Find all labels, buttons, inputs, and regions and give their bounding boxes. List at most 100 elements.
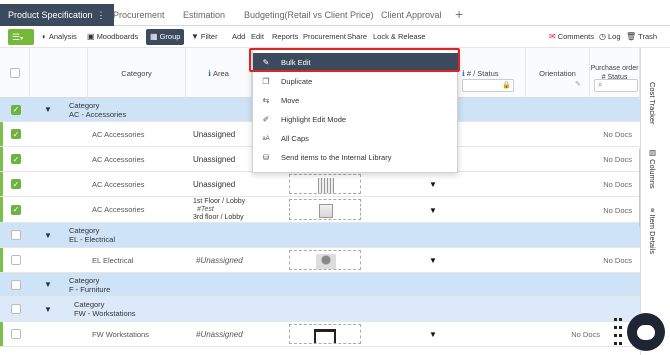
area-value: 1st Floor / Lobby (193, 197, 246, 205)
all-caps-menu-item[interactable]: aA All Caps (253, 129, 459, 148)
menu-button[interactable]: ☰▾ (8, 29, 34, 45)
area-cell[interactable]: Unassigned (193, 147, 235, 171)
area-cell[interactable]: #Unassigned (196, 248, 243, 272)
status-dropdown-icon[interactable]: ▼ (429, 180, 437, 189)
row-checkbox[interactable] (11, 279, 21, 290)
row-checkbox[interactable] (11, 255, 21, 265)
moodboards-button[interactable]: ▣ Moodboards (87, 29, 138, 45)
image-cell[interactable] (289, 199, 361, 220)
cost-tracker-tab[interactable]: Cost Tracker (648, 82, 657, 125)
area-cell[interactable]: Unassigned (193, 172, 235, 196)
area-cell[interactable]: Unassigned (193, 122, 235, 146)
area-cell[interactable]: #Unassigned (196, 322, 243, 346)
table-row[interactable]: ✓ AC Accessories Unassigned ▼ No Docs (0, 172, 640, 197)
add-button[interactable]: Add (232, 29, 245, 45)
group-title: Category (74, 300, 105, 309)
group-row-workstations[interactable]: ▼ Category FW - Workstations (0, 297, 640, 322)
status-dropdown-icon[interactable]: ▼ (429, 206, 437, 215)
columns-label: Columns (648, 159, 657, 189)
image-cell[interactable] (289, 174, 361, 194)
row-checkbox[interactable] (11, 230, 21, 240)
duplicate-menu-item[interactable]: ❐ Duplicate (253, 72, 459, 91)
orientation-header[interactable]: Orientation (526, 48, 590, 98)
move-menu-item[interactable]: ⇆ Move (253, 91, 459, 110)
highlight-edit-mode-menu-item[interactable]: ✐ Highlight Edit Mode (253, 110, 459, 129)
pencil-icon[interactable]: ✎ (575, 80, 581, 88)
tab-product-specification[interactable]: Product Specification ⋮ (0, 4, 114, 26)
analysis-button[interactable]: ◐ Analysis (42, 29, 77, 45)
chevron-down-icon: ▾ (20, 36, 24, 42)
po-status-cell: No Docs (603, 180, 632, 189)
category-cell[interactable]: AC Accessories (92, 122, 145, 146)
row-checkbox[interactable] (11, 329, 21, 339)
group-row-furniture[interactable]: ▼ Category F - Furniture (0, 273, 640, 297)
edit-button[interactable]: Edit (251, 29, 264, 45)
send-to-library-menu-item[interactable]: ⛁ Send items to the Internal Library (253, 148, 459, 167)
product-image (318, 178, 334, 193)
category-header[interactable]: Category (88, 48, 186, 98)
product-image (316, 254, 336, 269)
row-checkbox[interactable]: ✓ (11, 204, 21, 215)
table-row[interactable]: FW Workstations #Unassigned ▼ No Docs (0, 322, 640, 347)
item-details-tab[interactable]: ≡ Item Details (648, 208, 657, 254)
comments-label: Comments (557, 32, 594, 41)
row-checkbox[interactable]: ✓ (11, 179, 21, 189)
table-row[interactable]: ✓ AC Accessories 1st Floor / Lobby #Test… (0, 197, 640, 223)
row-checkbox[interactable]: ✓ (11, 104, 21, 115)
row-indicator (0, 122, 3, 146)
lock-release-button[interactable]: Lock & Release (373, 29, 426, 45)
chat-button[interactable] (627, 313, 665, 351)
area-tag: #Test (197, 205, 214, 213)
tab-label: Product Specification (8, 10, 93, 20)
category-cell[interactable]: AC Accessories (92, 172, 145, 196)
menu-item-label: Send items to the Internal Library (281, 153, 392, 162)
add-tab-icon[interactable]: + (455, 5, 463, 23)
procurement-button[interactable]: Procurement (303, 29, 346, 45)
po-status-cell: No Docs (603, 155, 632, 164)
group-row-electrical[interactable]: ▼ Category EL - Electrical (0, 223, 640, 248)
drag-grip-icon[interactable] (614, 318, 622, 348)
reports-button[interactable]: Reports (272, 29, 298, 45)
group-label: Category AC - Accessories (69, 98, 126, 121)
row-checkbox-cell: ✓ (11, 98, 21, 121)
tab-budgeting[interactable]: Budgeting(Retail vs Client Price) (236, 4, 382, 26)
collapse-arrow-icon[interactable]: ▼ (44, 297, 52, 321)
tab-estimation[interactable]: Estimation (175, 4, 233, 26)
group-button[interactable]: ▦ Group (146, 29, 185, 45)
image-cell[interactable] (289, 324, 361, 344)
trash-button[interactable]: 🗑 Trash (626, 29, 657, 45)
comments-button[interactable]: ✉ Comments (549, 29, 594, 45)
number-status-label: # / Status (466, 68, 499, 78)
collapse-arrow-icon[interactable]: ▼ (44, 223, 52, 247)
image-placeholder-icon (319, 204, 333, 218)
row-indicator (0, 172, 3, 196)
area-cell[interactable]: 1st Floor / Lobby #Test 3rd floor / Lobb… (193, 197, 245, 222)
select-all-checkbox[interactable] (9, 68, 20, 78)
filter-button[interactable]: ▼ Filter (191, 29, 218, 45)
category-cell[interactable]: AC Accessories (92, 147, 145, 171)
area-header[interactable]: ℹ Area (186, 48, 252, 98)
image-cell[interactable] (289, 250, 361, 270)
log-button[interactable]: ◷ Log (599, 29, 621, 45)
area-value: #Unassigned (196, 255, 243, 265)
row-checkbox[interactable]: ✓ (11, 129, 21, 139)
select-all-cell (0, 48, 30, 98)
status-dropdown-icon[interactable]: ▼ (429, 256, 437, 265)
row-checkbox[interactable] (11, 304, 21, 314)
row-checkbox-cell (11, 273, 21, 296)
share-button[interactable]: Share (347, 29, 367, 45)
group-title: Category (69, 226, 100, 235)
status-dropdown-icon[interactable]: ▼ (429, 330, 437, 339)
collapse-arrow-icon[interactable]: ▼ (44, 273, 52, 296)
collapse-arrow-icon[interactable]: ▼ (44, 98, 52, 121)
table-row[interactable]: EL Electrical #Unassigned ▼ No Docs (0, 248, 640, 273)
row-checkbox-cell: ✓ (11, 147, 21, 171)
category-cell[interactable]: EL Electrical (92, 248, 133, 272)
row-checkbox[interactable]: ✓ (11, 154, 21, 164)
tab-client-approval[interactable]: Client Approval (373, 4, 450, 26)
tab-procurement[interactable]: Procurement (105, 4, 173, 26)
category-cell[interactable]: AC Accessories (92, 197, 145, 222)
category-cell[interactable]: FW Workstations (92, 322, 149, 346)
info-icon: ℹ (208, 68, 211, 78)
columns-tab[interactable]: ▥ Columns (648, 148, 657, 189)
